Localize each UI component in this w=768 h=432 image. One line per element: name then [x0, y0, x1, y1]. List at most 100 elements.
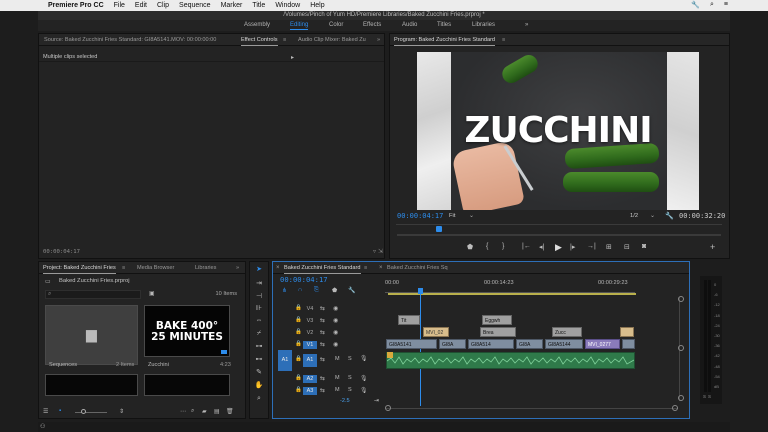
slip-tool-icon[interactable]: ⊶ — [254, 342, 264, 352]
menu-title[interactable]: Title — [252, 2, 265, 9]
clip-v1-5[interactable]: GI8A5144 — [545, 339, 583, 349]
track-label-v3[interactable]: V3 — [303, 317, 317, 325]
workspace-overflow-icon[interactable]: » — [525, 22, 528, 28]
overflow-icon[interactable]: » — [236, 265, 239, 271]
solo-button[interactable]: S — [348, 387, 352, 393]
overflow-icon[interactable]: » — [377, 37, 380, 43]
clip-v2-mvi[interactable]: MVI_02 — [423, 327, 449, 337]
track-label-a2[interactable]: A2 — [303, 375, 317, 383]
marker-icon[interactable]: ⬟ — [467, 243, 473, 251]
timeline-horizontal-scroll[interactable] — [386, 408, 678, 409]
menu-icon[interactable]: ≡ — [122, 265, 125, 271]
go-to-out-icon[interactable]: →| — [587, 243, 596, 250]
tab-audio-clip-mixer[interactable]: Audio Clip Mixer: Baked Zu — [298, 37, 366, 43]
eye-icon[interactable]: ◉ — [333, 329, 338, 336]
lock-icon[interactable]: 🔒 — [295, 305, 302, 311]
menu-sequence[interactable]: Sequence — [179, 2, 211, 9]
scroll-handle-bottom[interactable] — [678, 395, 684, 401]
razor-tool-icon[interactable]: ⌿ — [254, 329, 264, 339]
hand-tool-icon[interactable]: ✋ — [254, 381, 264, 391]
list-icon[interactable]: ≡ — [724, 1, 728, 9]
lock-icon[interactable]: 🔒 — [295, 356, 302, 362]
sync-lock-icon[interactable]: ⇆ — [320, 387, 325, 394]
lock-icon[interactable]: 🔒 — [295, 375, 302, 381]
clip-v3-title[interactable]: Tit — [398, 315, 420, 325]
solo-button[interactable]: S — [348, 356, 352, 362]
automate-icon[interactable]: ⋯ — [180, 408, 186, 415]
eye-icon[interactable]: ◉ — [333, 317, 338, 324]
lock-icon[interactable]: 🔒 — [295, 317, 302, 323]
workspace-titles[interactable]: Titles — [437, 22, 451, 28]
hscroll-handle-right[interactable] — [672, 405, 678, 411]
selection-tool-icon[interactable]: ➤ — [254, 265, 264, 275]
program-video-frame[interactable]: ZUCCHINI — [417, 52, 699, 210]
menu-help[interactable]: Help — [310, 2, 324, 9]
wrench-icon[interactable]: 🔧 — [665, 212, 674, 220]
menu-window[interactable]: Window — [275, 2, 300, 9]
zoom-fit-select[interactable]: Fit — [449, 213, 455, 219]
bin-sequences[interactable]: ▆ — [45, 305, 138, 365]
hscroll-handle-left[interactable] — [385, 405, 391, 411]
close-icon[interactable]: × — [379, 265, 383, 271]
workspace-assembly[interactable]: Assembly — [244, 22, 270, 28]
sync-lock-icon[interactable]: ⇆ — [320, 305, 325, 312]
trash-icon[interactable]: 🗑 — [226, 408, 234, 415]
track-label-v2[interactable]: V2 — [303, 329, 317, 337]
bin-item-3[interactable] — [45, 374, 138, 396]
workspace-editing[interactable]: Editing — [290, 22, 309, 30]
solo-left[interactable]: S — [703, 394, 706, 399]
menu-icon[interactable]: ≡ — [502, 37, 505, 43]
track-label-v4[interactable]: V4 — [303, 305, 317, 313]
solo-right[interactable]: S — [708, 394, 711, 399]
tab-source[interactable]: Source: Baked Zucchini Fries Standard: G… — [44, 37, 216, 43]
camera-icon[interactable]: ◙ — [642, 243, 646, 250]
work-area-bar[interactable] — [388, 293, 636, 295]
scroll-handle-top[interactable] — [678, 296, 684, 302]
eye-icon[interactable]: ◉ — [333, 305, 338, 312]
eye-icon[interactable]: ◉ — [333, 341, 338, 348]
track-label-a3[interactable]: A3 — [303, 387, 317, 395]
lock-icon[interactable]: 🔒 — [295, 329, 302, 335]
rate-stretch-tool-icon[interactable]: ⇔ — [254, 316, 264, 326]
mute-button[interactable]: M — [335, 356, 340, 362]
tab-sequence-square[interactable]: Baked Zucchini Fries Sq — [387, 265, 448, 271]
rolling-edit-tool-icon[interactable]: ⊪ — [254, 304, 264, 314]
clip-v2-end[interactable] — [620, 327, 634, 337]
clip-v1-4[interactable]: GI8A — [516, 339, 543, 349]
chevron-down-icon[interactable]: ⌄ — [650, 212, 655, 219]
clip-v1-6[interactable]: MVI_0277 — [585, 339, 620, 349]
track-select-tool-icon[interactable]: ⇥ — [254, 279, 264, 289]
audio-clip-a1[interactable] — [386, 352, 635, 369]
clip-v1-7[interactable] — [622, 339, 635, 349]
sync-lock-icon[interactable]: ⇆ — [320, 329, 325, 336]
sync-lock-icon[interactable]: ⇆ — [320, 356, 325, 363]
lock-icon[interactable]: 🔒 — [295, 387, 302, 393]
ripple-edit-tool-icon[interactable]: ⊣ — [254, 292, 264, 302]
add-button-icon[interactable]: + — [710, 242, 715, 252]
timeline-timecode[interactable]: 00:00:04:17 — [280, 275, 328, 284]
tab-media-browser[interactable]: Media Browser — [137, 265, 174, 271]
lock-icon[interactable]: 🔒 — [295, 341, 302, 347]
pen-tool-icon[interactable]: ✎ — [254, 368, 264, 378]
wrench-icon[interactable]: 🔧 — [348, 287, 355, 294]
linked-selection-icon[interactable]: ∩ — [298, 287, 302, 293]
step-back-icon[interactable]: ◂| — [539, 243, 544, 251]
scroll-handle-mid[interactable] — [678, 345, 684, 351]
mute-button[interactable]: M — [335, 375, 340, 381]
tab-program[interactable]: Program: Baked Zucchini Fries Standard — [394, 37, 496, 46]
lift-icon[interactable]: ⊞ — [606, 243, 612, 251]
tab-sequence-standard[interactable]: Baked Zucchini Fries Standard — [284, 265, 361, 274]
sync-lock-icon[interactable]: ⇆ — [320, 341, 325, 348]
menu-icon[interactable]: ≡ — [283, 37, 286, 43]
list-view-icon[interactable]: ☰ — [43, 408, 48, 415]
microphone-icon[interactable]: 🎙 — [360, 375, 368, 382]
slide-tool-icon[interactable]: ⊷ — [254, 355, 264, 365]
chevron-down-icon[interactable]: ⌄ — [469, 212, 474, 219]
go-to-in-icon[interactable]: |← — [522, 243, 531, 250]
go-to-end-icon[interactable]: ⇥ — [374, 397, 379, 404]
snap-icon[interactable]: ⋔ — [282, 287, 287, 294]
play-icon[interactable]: ▶ — [555, 242, 562, 253]
clip-v3-eggwh[interactable]: Eggwh — [482, 315, 512, 325]
project-search-input[interactable]: ⌕ — [45, 290, 141, 299]
close-icon[interactable]: × — [276, 265, 280, 271]
